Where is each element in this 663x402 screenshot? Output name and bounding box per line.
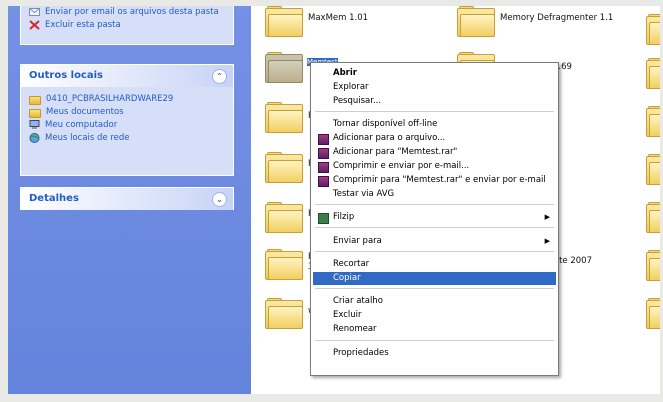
folder-icon[interactable]	[646, 58, 660, 89]
place-item-my-documents[interactable]: Meus documentos	[21, 106, 233, 119]
winrar-icon	[318, 148, 329, 159]
other-places-header[interactable]: Outros locais ⌃	[21, 65, 233, 87]
folder-icon[interactable]	[457, 6, 495, 37]
menu-item-cut[interactable]: Recortar	[313, 258, 556, 271]
menu-item-label: Comprimir e enviar por e-mail...	[333, 161, 470, 171]
folder-icon[interactable]	[265, 202, 303, 233]
menu-separator	[315, 204, 554, 205]
place-item-my-computer[interactable]: Meu computador	[21, 119, 233, 132]
winrar-icon	[318, 176, 329, 187]
menu-item-label: Comprimir para "Memtest.rar" e enviar po…	[333, 175, 546, 185]
folder-icon[interactable]	[265, 298, 303, 329]
menu-item-create-shortcut[interactable]: Criar atalho	[313, 295, 556, 308]
other-places-title: Outros locais	[29, 70, 103, 81]
menu-separator	[315, 251, 554, 252]
place-item-label: Meus documentos	[46, 107, 124, 117]
other-places-box: Outros locais ⌃ 0410_PCBRASILHARDWARE29 …	[20, 64, 234, 176]
folder-label[interactable]: Memory Defragmenter 1.1	[500, 13, 613, 23]
menu-item-label: Filzip	[333, 212, 355, 222]
menu-item-send-to[interactable]: Enviar para ▶	[313, 235, 556, 248]
menu-separator	[315, 288, 554, 289]
folder-icon[interactable]	[265, 249, 303, 280]
delete-folder-label: Excluir esta pasta	[45, 20, 121, 30]
menu-item-label: Adicionar para "Memtest.rar"	[333, 147, 458, 157]
menu-item-add-to-rar[interactable]: Adicionar para "Memtest.rar"	[313, 146, 556, 159]
submenu-arrow-icon: ▶	[544, 237, 550, 245]
menu-item-compress-email[interactable]: Comprimir e enviar por e-mail...	[313, 160, 556, 173]
submenu-arrow-icon: ▶	[544, 213, 550, 221]
menu-item-offline[interactable]: Tornar disponível off-line	[313, 118, 556, 131]
menu-separator	[315, 227, 554, 228]
menu-item-label: Adicionar para o arquivo...	[333, 133, 446, 143]
details-title: Detalhes	[29, 193, 79, 204]
menu-item-open[interactable]: Abrir	[313, 67, 556, 80]
menu-item-filzip[interactable]: Filzip ▶	[313, 211, 556, 224]
folder-icon[interactable]	[646, 298, 660, 329]
menu-item-copy[interactable]: Copiar	[313, 272, 556, 285]
file-tasks-box: Enviar por email os arquivos desta pasta…	[20, 6, 234, 45]
winrar-icon	[318, 134, 329, 145]
folder-label[interactable]: MaxMem 1.01	[308, 13, 368, 23]
expand-chevron-down-icon[interactable]: ⌄	[212, 192, 227, 207]
menu-item-delete[interactable]: Excluir	[313, 309, 556, 322]
place-item-network[interactable]: Meus locais de rede	[21, 132, 233, 145]
menu-item-label: Enviar para	[333, 236, 382, 246]
menu-item-add-to-archive[interactable]: Adicionar para o arquivo...	[313, 132, 556, 145]
menu-item-rename[interactable]: Renomear	[313, 323, 556, 336]
context-menu: Abrir Explorar Pesquisar... Tornar dispo…	[310, 62, 559, 376]
delete-folder-task[interactable]: Excluir esta pasta	[21, 19, 233, 32]
folder-icon[interactable]	[265, 152, 303, 183]
place-item-label: Meu computador	[45, 120, 118, 130]
email-folder-label: Enviar por email os arquivos desta pasta	[45, 7, 219, 17]
place-item-folder[interactable]: 0410_PCBRASILHARDWARE29	[21, 93, 233, 106]
details-box: Detalhes ⌄	[20, 187, 234, 210]
folder-icon[interactable]	[646, 250, 660, 281]
network-icon	[29, 133, 40, 143]
menu-separator	[315, 111, 554, 112]
email-icon	[29, 7, 40, 17]
folder-icon	[29, 96, 41, 105]
menu-item-explore[interactable]: Explorar	[313, 81, 556, 94]
documents-folder-icon	[29, 109, 41, 118]
explorer-window: Enviar por email os arquivos desta pasta…	[8, 6, 660, 394]
folder-icon[interactable]	[646, 202, 660, 233]
collapse-chevron-up-icon[interactable]: ⌃	[212, 69, 227, 84]
details-header[interactable]: Detalhes ⌄	[21, 188, 233, 210]
folder-icon[interactable]	[265, 6, 303, 37]
folder-icon[interactable]	[265, 102, 303, 133]
email-folder-task[interactable]: Enviar por email os arquivos desta pasta	[21, 6, 233, 19]
folder-icon[interactable]	[646, 154, 660, 185]
menu-item-compress-rar-email[interactable]: Comprimir para "Memtest.rar" e enviar po…	[313, 174, 556, 187]
computer-icon	[29, 120, 40, 130]
menu-item-search[interactable]: Pesquisar...	[313, 95, 556, 108]
delete-x-icon	[29, 20, 40, 30]
folder-icon[interactable]	[646, 106, 660, 137]
task-pane: Enviar por email os arquivos desta pasta…	[8, 6, 251, 394]
menu-item-avg-scan[interactable]: Testar via AVG	[313, 188, 556, 201]
winrar-icon	[318, 162, 329, 173]
filzip-icon	[318, 213, 329, 224]
menu-separator	[315, 340, 554, 341]
folder-icon[interactable]	[646, 14, 660, 45]
menu-item-properties[interactable]: Propriedades	[313, 347, 556, 360]
place-item-label: Meus locais de rede	[45, 133, 130, 143]
folder-icon-selected[interactable]	[265, 52, 303, 83]
place-item-label: 0410_PCBRASILHARDWARE29	[46, 94, 174, 104]
